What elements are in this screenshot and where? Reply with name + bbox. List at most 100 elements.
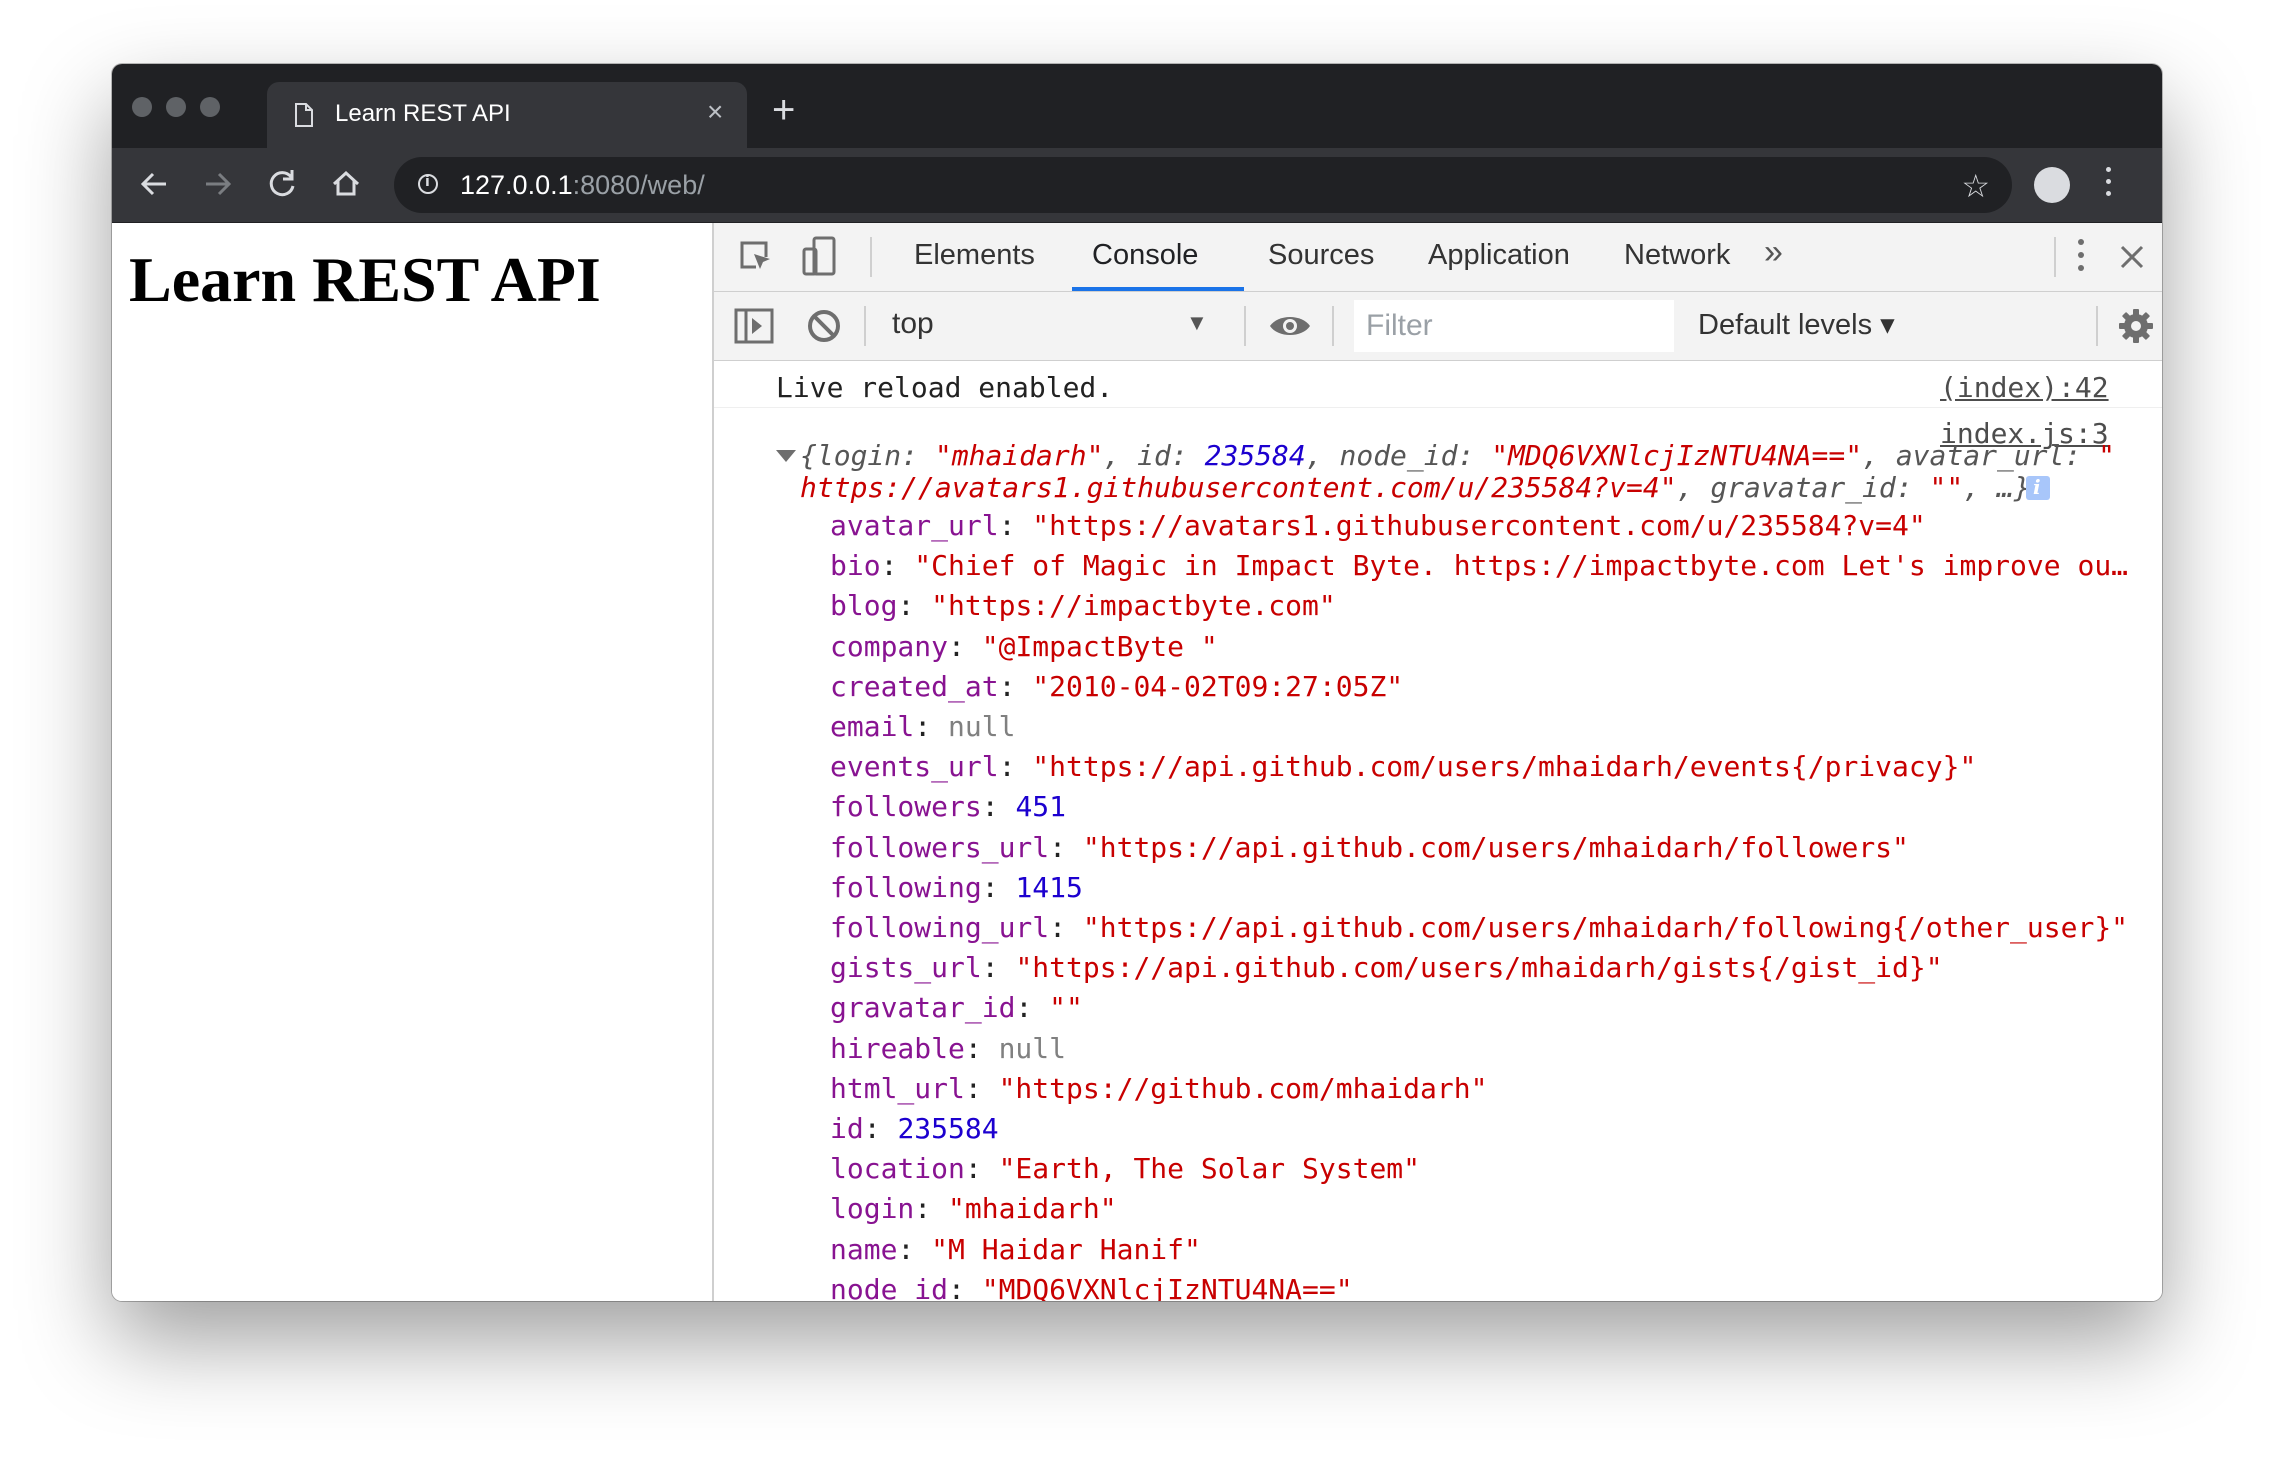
property-value: "https://api.github.com/users/mhaidarh/e… <box>1032 750 1977 784</box>
property-key: node_id <box>830 1272 949 1301</box>
home-icon[interactable] <box>324 162 368 206</box>
console-toolbar: top ▼ Filter Default levels ▾ <box>714 292 2162 361</box>
divider <box>864 306 866 346</box>
device-toolbar-icon[interactable] <box>800 235 840 279</box>
property-key: hireable <box>830 1031 965 1065</box>
property-key: created_at <box>830 669 999 703</box>
property-row[interactable]: followers_url: "https://api.github.com/u… <box>830 831 1909 864</box>
console-output: Live reload enabled. (index):42 index.js… <box>714 361 2162 1301</box>
property-value: null <box>998 1031 1067 1065</box>
reload-icon[interactable] <box>260 162 304 206</box>
property-row[interactable]: hireable: null <box>830 1032 1066 1065</box>
property-row[interactable]: email: null <box>830 710 1015 743</box>
property-row[interactable]: gists_url: "https://api.github.com/users… <box>830 951 1943 984</box>
info-badge-icon[interactable]: i <box>2026 475 2050 500</box>
property-row[interactable]: html_url: "https://github.com/mhaidarh" <box>830 1072 1487 1105</box>
minimize-window-button[interactable] <box>166 97 186 117</box>
property-key: following <box>830 870 982 904</box>
property-row[interactable]: bio: "Chief of Magic in Impact Byte. htt… <box>830 549 2128 582</box>
settings-gear-icon[interactable] <box>2118 308 2154 344</box>
property-row[interactable]: location: "Earth, The Solar System" <box>830 1152 1420 1185</box>
property-key: followers <box>830 790 982 824</box>
close-devtools-icon[interactable] <box>2118 243 2146 271</box>
property-row[interactable]: id: 235584 <box>830 1112 999 1145</box>
devtools-menu-icon[interactable] <box>2078 237 2084 271</box>
maximize-window-button[interactable] <box>200 97 220 117</box>
property-key: gists_url <box>830 951 982 985</box>
tab-title: Learn REST API <box>335 100 511 127</box>
browser-window: Learn REST API × + 127.0.0.1:8080/web/ ☆… <box>112 64 2162 1301</box>
new-tab-button[interactable]: + <box>772 90 795 130</box>
browser-menu-icon[interactable] <box>2106 164 2112 204</box>
divider <box>2054 237 2056 277</box>
close-window-button[interactable] <box>132 97 152 117</box>
site-info-icon[interactable] <box>418 174 438 194</box>
property-key: blog <box>830 589 898 623</box>
document-icon <box>295 103 313 127</box>
address-bar[interactable]: 127.0.0.1:8080/web/ ☆ <box>394 157 2012 213</box>
property-value: "https://impactbyte.com" <box>931 589 1336 623</box>
source-link[interactable]: (index):42 <box>1940 371 2109 404</box>
console-message: Live reload enabled. (index):42 <box>714 361 2162 408</box>
property-row[interactable]: followers: 451 <box>830 790 1066 823</box>
forward-arrow-icon[interactable] <box>196 162 240 206</box>
property-row[interactable]: gravatar_id: "" <box>830 991 1083 1024</box>
property-row[interactable]: following_url: "https://api.github.com/u… <box>830 911 2128 944</box>
tab-elements[interactable]: Elements <box>914 239 1035 272</box>
property-row[interactable]: name: "M Haidar Hanif" <box>830 1233 1201 1266</box>
property-key: name <box>830 1232 898 1266</box>
property-key: location <box>830 1152 965 1186</box>
property-key: following_url <box>830 911 1050 944</box>
property-row[interactable]: login: "mhaidarh" <box>830 1192 1117 1225</box>
eye-icon[interactable] <box>1268 312 1312 340</box>
log-levels-dropdown[interactable]: Default levels ▾ <box>1698 307 1895 342</box>
property-row[interactable]: events_url: "https://api.github.com/user… <box>830 750 1976 783</box>
page-content: Learn REST API <box>112 223 712 1301</box>
property-value: "https://api.github.com/users/mhaidarh/f… <box>1082 830 1909 864</box>
property-row[interactable]: avatar_url: "https://avatars1.githubuser… <box>830 509 1926 542</box>
object-summary-line[interactable]: {login: "mhaidarh", id: 235584, node_id:… <box>800 439 2115 472</box>
tab-close-icon[interactable]: × <box>707 96 723 128</box>
property-row[interactable]: created_at: "2010-04-02T09:27:05Z" <box>830 670 1403 703</box>
property-key: email <box>830 710 915 743</box>
tab-console[interactable]: Console <box>1092 239 1198 272</box>
property-key: events_url <box>830 750 999 784</box>
console-message-text: Live reload enabled. <box>776 371 1114 404</box>
page-heading: Learn REST API <box>129 244 601 315</box>
inspect-element-icon[interactable] <box>736 237 776 277</box>
browser-toolbar: 127.0.0.1:8080/web/ ☆ <box>112 148 2162 223</box>
tab-sources[interactable]: Sources <box>1268 239 1374 272</box>
context-selector[interactable]: top <box>892 307 934 341</box>
property-key: html_url <box>830 1071 965 1105</box>
back-arrow-icon[interactable] <box>132 162 176 206</box>
expand-triangle-icon[interactable] <box>776 450 796 462</box>
property-row[interactable]: node_id: "MDQ6VXNlcjIzNTU4NA==" <box>830 1273 1353 1301</box>
context-dropdown-icon[interactable]: ▼ <box>1186 310 1208 336</box>
property-value: "https://github.com/mhaidarh" <box>998 1071 1488 1105</box>
property-row[interactable]: company: "@ImpactByte " <box>830 630 1218 663</box>
property-value: "M Haidar Hanif" <box>931 1232 1201 1266</box>
filter-placeholder: Filter <box>1366 309 1433 342</box>
property-value: "https://avatars1.githubusercontent.com/… <box>1032 509 1926 542</box>
property-row[interactable]: following: 1415 <box>830 871 1083 904</box>
devtools-tab-bar: Elements Console Sources Application Net… <box>714 223 2162 292</box>
browser-tab[interactable]: Learn REST API × <box>267 82 747 148</box>
clear-console-icon[interactable] <box>806 308 842 344</box>
divider <box>1332 306 1334 346</box>
devtools-panel: Elements Console Sources Application Net… <box>712 223 2162 1301</box>
tab-application[interactable]: Application <box>1428 239 1570 272</box>
tab-network[interactable]: Network <box>1624 239 1730 272</box>
property-key: company <box>830 629 949 663</box>
filter-input[interactable]: Filter <box>1354 300 1674 352</box>
url-text[interactable]: 127.0.0.1:8080/web/ <box>460 170 705 201</box>
tab-strip: Learn REST API × + <box>112 64 2162 148</box>
object-summary-line[interactable]: https://avatars1.githubusercontent.com/u… <box>800 471 2031 504</box>
bookmark-star-icon[interactable]: ☆ <box>1961 167 1990 205</box>
property-value: "https://api.github.com/users/mhaidarh/g… <box>1015 951 1943 985</box>
property-key: avatar_url <box>830 509 999 542</box>
sidebar-toggle-icon[interactable] <box>734 308 774 344</box>
property-row[interactable]: blog: "https://impactbyte.com" <box>830 589 1336 622</box>
more-tabs-icon[interactable]: » <box>1764 233 1783 272</box>
property-value: "mhaidarh" <box>948 1192 1117 1226</box>
profile-avatar[interactable] <box>2034 167 2070 203</box>
